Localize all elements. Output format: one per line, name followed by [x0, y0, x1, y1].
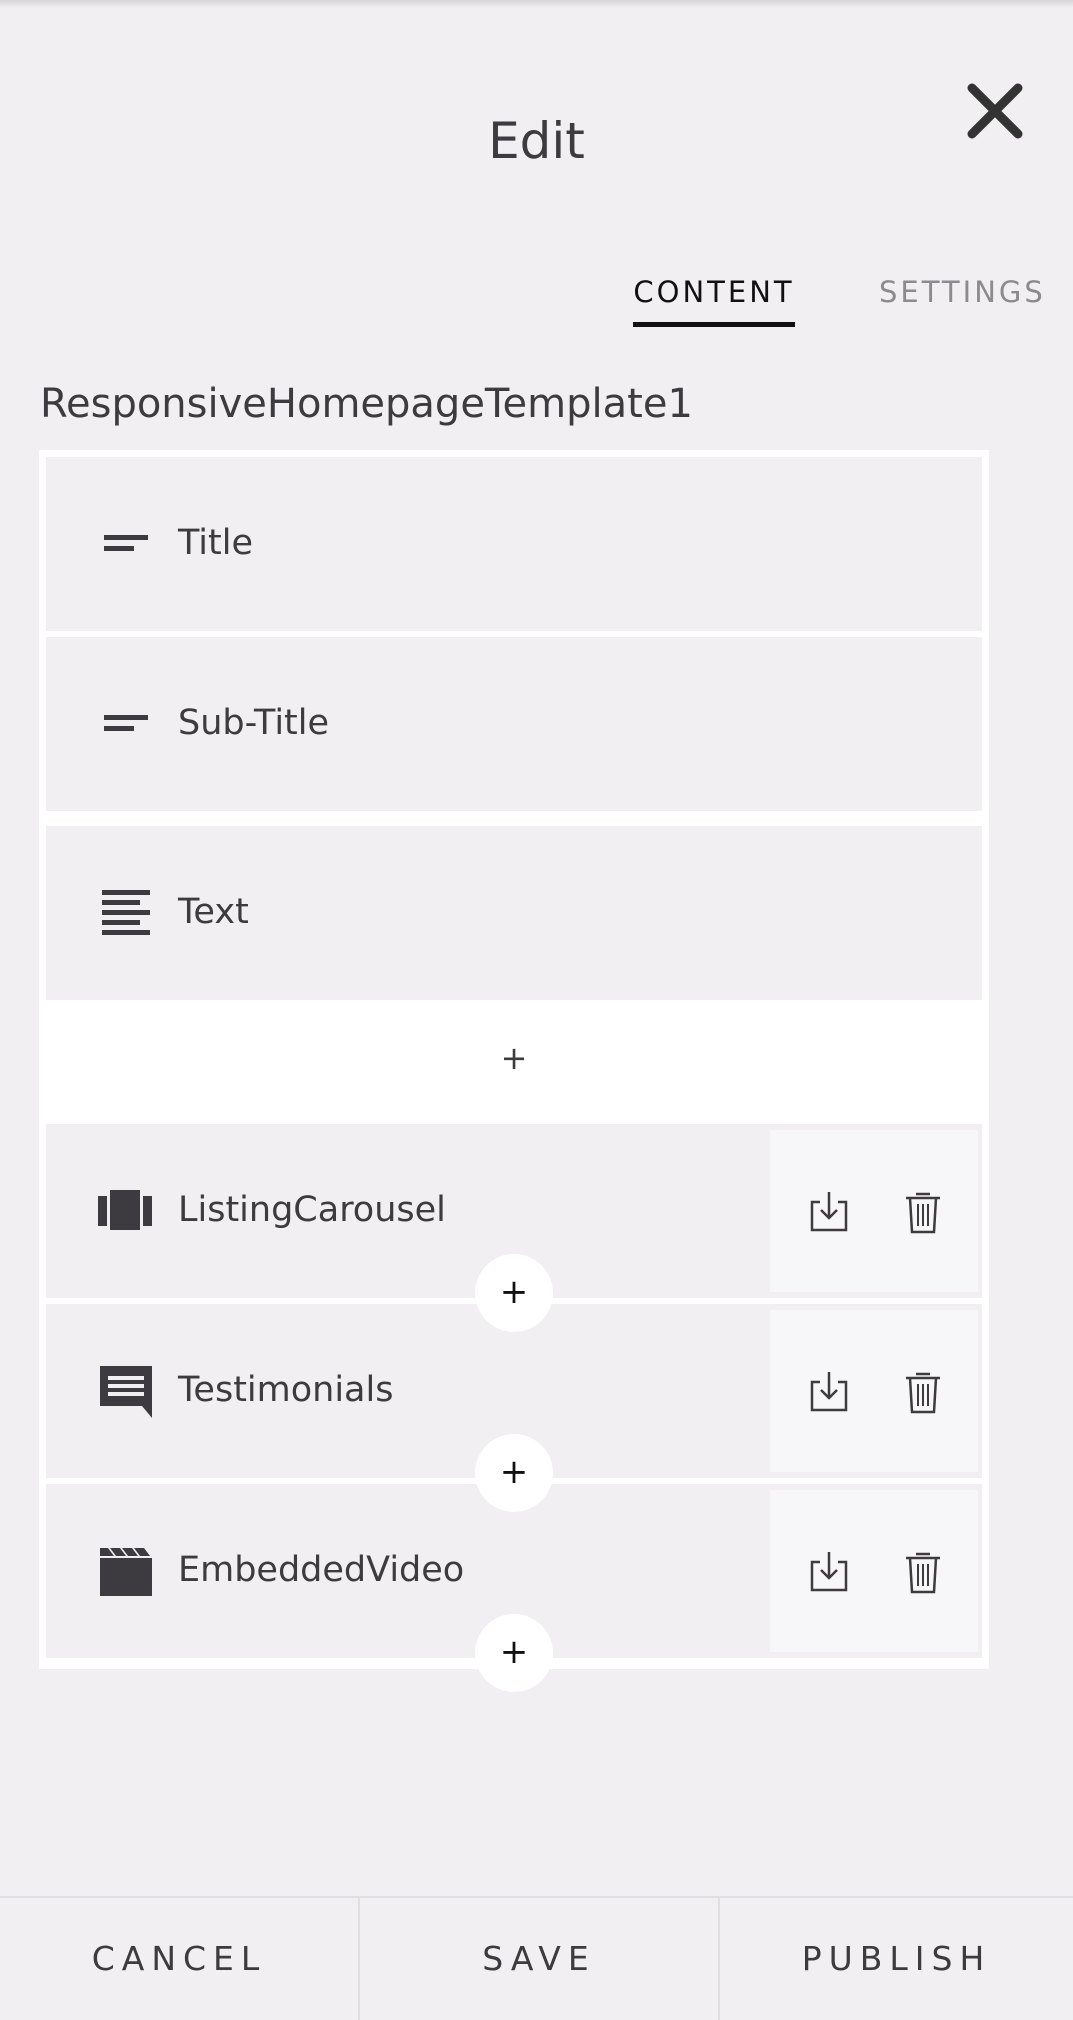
add-label: + — [499, 1452, 529, 1492]
save-button[interactable]: SAVE — [360, 1898, 720, 2020]
block-sub-title[interactable]: Sub-Title — [46, 637, 982, 811]
add-label: + — [499, 1632, 529, 1672]
short-text-icon — [104, 535, 148, 551]
block-label: Testimonials — [178, 1370, 394, 1410]
insert-block-button[interactable]: + — [475, 1614, 553, 1692]
tab-settings[interactable]: SETTINGS — [879, 270, 1043, 314]
download-icon — [810, 1372, 848, 1412]
block-label: Title — [178, 523, 254, 563]
add-label: + — [499, 1272, 529, 1312]
footer-bar: CANCEL SAVE PUBLISH — [0, 1896, 1073, 2020]
clapperboard-icon — [100, 1548, 152, 1596]
blocks-panel: Title Sub-Title Text + ListingCarousel T… — [39, 450, 989, 1692]
short-text-icon — [104, 715, 148, 731]
download-icon — [810, 1552, 848, 1592]
trash-icon — [906, 1372, 940, 1414]
add-label: + — [500, 1039, 528, 1077]
block-actions — [770, 1130, 978, 1292]
publish-button[interactable]: PUBLISH — [720, 1898, 1073, 2020]
download-icon — [810, 1192, 848, 1232]
top-shadow — [0, 0, 1073, 8]
add-block-button[interactable]: + — [46, 1000, 982, 1122]
delete-button[interactable] — [900, 1368, 946, 1416]
download-button[interactable] — [806, 1368, 852, 1416]
delete-button[interactable] — [900, 1548, 946, 1596]
insert-block-button[interactable]: + — [475, 1254, 553, 1332]
trash-icon — [906, 1552, 940, 1594]
page-title: Edit — [488, 112, 585, 170]
close-button[interactable] — [962, 78, 1028, 144]
block-label: Text — [178, 892, 249, 932]
delete-button[interactable] — [900, 1188, 946, 1236]
carousel-icon — [98, 1190, 152, 1230]
cancel-button[interactable]: CANCEL — [0, 1898, 360, 2020]
download-button[interactable] — [806, 1188, 852, 1236]
block-label: EmbeddedVideo — [178, 1550, 465, 1590]
block-label: Sub-Title — [178, 703, 330, 743]
close-icon — [967, 83, 1023, 139]
chat-bubble-icon — [100, 1366, 152, 1418]
block-label: ListingCarousel — [178, 1190, 446, 1230]
template-name: ResponsiveHomepageTemplate1 — [40, 381, 693, 427]
insert-block-button[interactable]: + — [475, 1434, 553, 1512]
download-button[interactable] — [806, 1548, 852, 1596]
block-actions — [770, 1490, 978, 1652]
tab-bar: CONTENT SETTINGS — [0, 270, 1073, 330]
block-text[interactable]: Text — [46, 826, 982, 1000]
trash-icon — [906, 1192, 940, 1234]
tab-content[interactable]: CONTENT — [633, 270, 795, 327]
block-title[interactable]: Title — [46, 457, 982, 631]
paragraph-text-icon — [102, 890, 150, 935]
block-actions — [770, 1310, 978, 1472]
